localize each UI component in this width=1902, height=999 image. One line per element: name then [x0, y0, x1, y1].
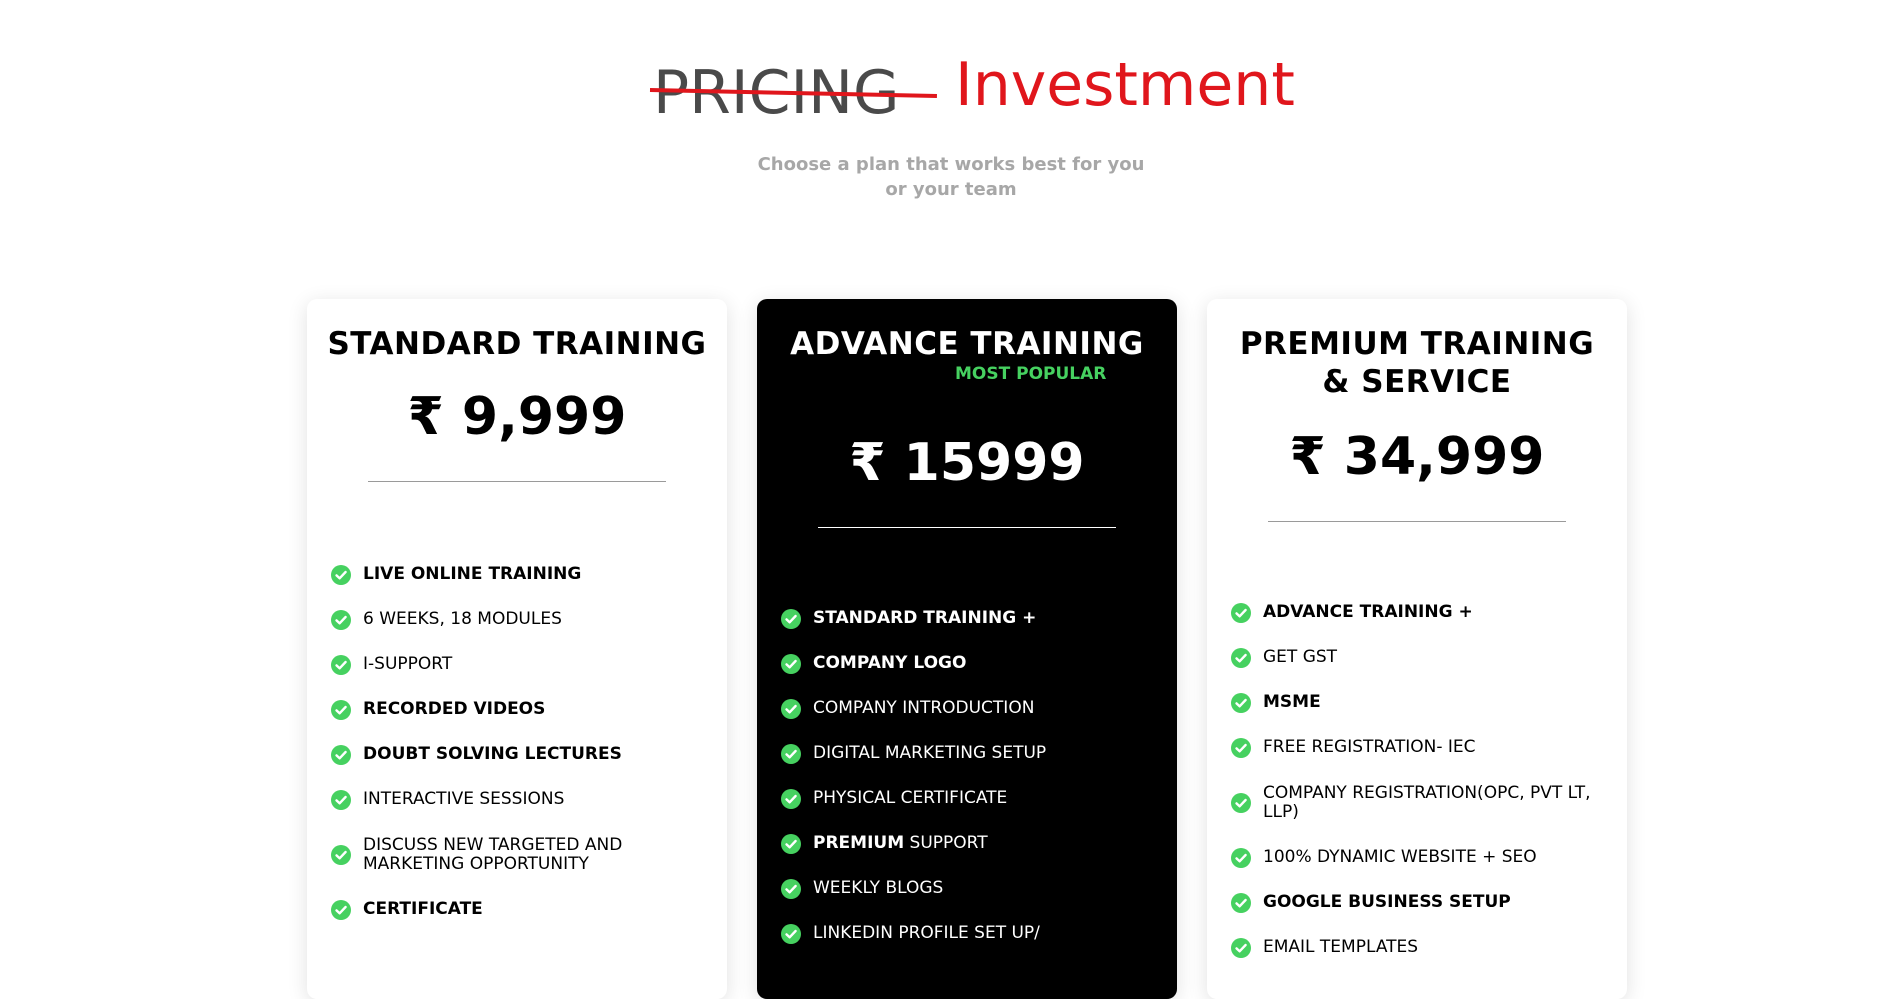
feature-text: 6 WEEKS, 18 MODULES [363, 609, 562, 630]
feature-text: I-SUPPORT [363, 654, 453, 675]
feature-text: CERTIFICATE [363, 899, 483, 920]
feature-text-rest: SUPPORT [904, 833, 988, 854]
plan-name: STANDARD TRAINING [327, 326, 707, 362]
feature-text: PHYSICAL CERTIFICATE [813, 788, 1008, 809]
feature-text: DISCUSS NEW TARGETED AND MARKETING OPPOR… [363, 834, 623, 874]
check-icon [781, 699, 801, 719]
list-item: COMPANY LOGO [781, 654, 1141, 674]
list-item: STANDARD TRAINING + [781, 609, 1141, 629]
list-item: FREE REGISTRATION- IEC [1231, 738, 1591, 758]
check-icon [1231, 848, 1251, 868]
feature-text: WEEKLY BLOGS [813, 878, 944, 899]
feature-list: LIVE ONLINE TRAINING 6 WEEKS, 18 MODULES… [331, 565, 691, 945]
list-item: DOUBT SOLVING LECTURES [331, 745, 691, 765]
check-icon [781, 744, 801, 764]
feature-text: MSME [1263, 692, 1321, 713]
feature-text: RECORDED VIDEOS [363, 699, 546, 720]
divider [1268, 521, 1566, 522]
most-popular-badge: MOST POPULAR [955, 364, 1107, 384]
feature-text: PREMIUM SUPPORT [813, 834, 988, 854]
feature-text: FREE REGISTRATION- IEC [1263, 737, 1476, 758]
check-icon [781, 654, 801, 674]
feature-list: STANDARD TRAINING + COMPANY LOGO COMPANY… [781, 609, 1141, 969]
feature-text: ADVANCE TRAINING + [1263, 602, 1473, 623]
plan-card-advance[interactable]: ADVANCE TRAINING MOST POPULAR ₹ 15999 ST… [757, 299, 1177, 999]
list-item: DIGITAL MARKETING SETUP [781, 744, 1141, 764]
check-icon [781, 924, 801, 944]
feature-text: DIGITAL MARKETING SETUP [813, 743, 1047, 764]
plan-card-premium[interactable]: PREMIUM TRAINING & SERVICE ₹ 34,999 ADVA… [1207, 299, 1627, 999]
list-item: ADVANCE TRAINING + [1231, 603, 1591, 623]
check-icon [331, 790, 351, 810]
check-icon [331, 900, 351, 920]
subtitle: Choose a plan that works best for you or… [0, 152, 1902, 202]
feature-list: ADVANCE TRAINING + GET GST MSME FREE REG… [1231, 603, 1591, 983]
divider [818, 527, 1116, 528]
feature-text: 100% DYNAMIC WEBSITE + SEO [1263, 847, 1537, 868]
list-item: PHYSICAL CERTIFICATE [781, 789, 1141, 809]
plan-name-line-2: & SERVICE [1322, 364, 1512, 400]
feature-text: STANDARD TRAINING + [813, 608, 1037, 629]
check-icon [331, 610, 351, 630]
list-item: GOOGLE BUSINESS SETUP [1231, 893, 1591, 913]
list-item: COMPANY REGISTRATION(OPC, PVT LT, LLP) [1231, 783, 1591, 823]
plan-price: ₹ 9,999 [407, 387, 627, 447]
list-item: DISCUSS NEW TARGETED AND MARKETING OPPOR… [331, 835, 691, 875]
list-item: PREMIUM SUPPORT [781, 834, 1141, 854]
subtitle-line-1: Choose a plan that works best for you [757, 154, 1145, 175]
plan-name-line-1: PREMIUM TRAINING [1239, 326, 1595, 362]
feature-text: EMAIL TEMPLATES [1263, 937, 1419, 958]
list-item: CERTIFICATE [331, 900, 691, 920]
feature-text: COMPANY INTRODUCTION [813, 698, 1035, 719]
plan-name: PREMIUM TRAINING & SERVICE [1207, 325, 1627, 401]
check-icon [1231, 603, 1251, 623]
feature-text: GOOGLE BUSINESS SETUP [1263, 892, 1511, 913]
check-icon [331, 700, 351, 720]
check-icon [1231, 648, 1251, 668]
feature-text: INTERACTIVE SESSIONS [363, 789, 565, 810]
check-icon [1231, 738, 1251, 758]
feature-text: GET GST [1263, 647, 1338, 668]
feature-text: COMPANY REGISTRATION(OPC, PVT LT, LLP) [1263, 782, 1591, 822]
feature-text: DOUBT SOLVING LECTURES [363, 744, 622, 765]
feature-text: COMPANY LOGO [813, 653, 967, 674]
list-item: MSME [1231, 693, 1591, 713]
list-item: RECORDED VIDEOS [331, 700, 691, 720]
plan-card-standard[interactable]: STANDARD TRAINING ₹ 9,999 LIVE ONLINE TR… [307, 299, 727, 999]
check-icon [781, 834, 801, 854]
check-icon [781, 609, 801, 629]
list-item: I-SUPPORT [331, 655, 691, 675]
check-icon [781, 879, 801, 899]
feature-text-bold: PREMIUM [813, 833, 905, 854]
feature-text: LIVE ONLINE TRAINING [363, 564, 582, 585]
plan-name: ADVANCE TRAINING [790, 326, 1144, 362]
subtitle-line-2: or your team [885, 179, 1017, 200]
list-item: LINKEDIN PROFILE SET UP/ [781, 924, 1141, 944]
plan-price: ₹ 34,999 [1289, 427, 1545, 487]
check-icon [1231, 693, 1251, 713]
plan-price: ₹ 15999 [849, 433, 1085, 493]
check-icon [1231, 938, 1251, 958]
check-icon [1231, 893, 1251, 913]
list-item: LIVE ONLINE TRAINING [331, 565, 691, 585]
list-item: EMAIL TEMPLATES [1231, 938, 1591, 958]
list-item: 6 WEEKS, 18 MODULES [331, 610, 691, 630]
list-item: 100% DYNAMIC WEBSITE + SEO [1231, 848, 1591, 868]
list-item: COMPANY INTRODUCTION [781, 699, 1141, 719]
list-item: WEEKLY BLOGS [781, 879, 1141, 899]
check-icon [331, 845, 351, 865]
list-item: GET GST [1231, 648, 1591, 668]
check-icon [331, 565, 351, 585]
check-icon [331, 655, 351, 675]
check-icon [331, 745, 351, 765]
page-title: Investment [955, 50, 1295, 120]
divider [368, 481, 666, 482]
check-icon [1231, 793, 1251, 813]
list-item: INTERACTIVE SESSIONS [331, 790, 691, 810]
check-icon [781, 789, 801, 809]
